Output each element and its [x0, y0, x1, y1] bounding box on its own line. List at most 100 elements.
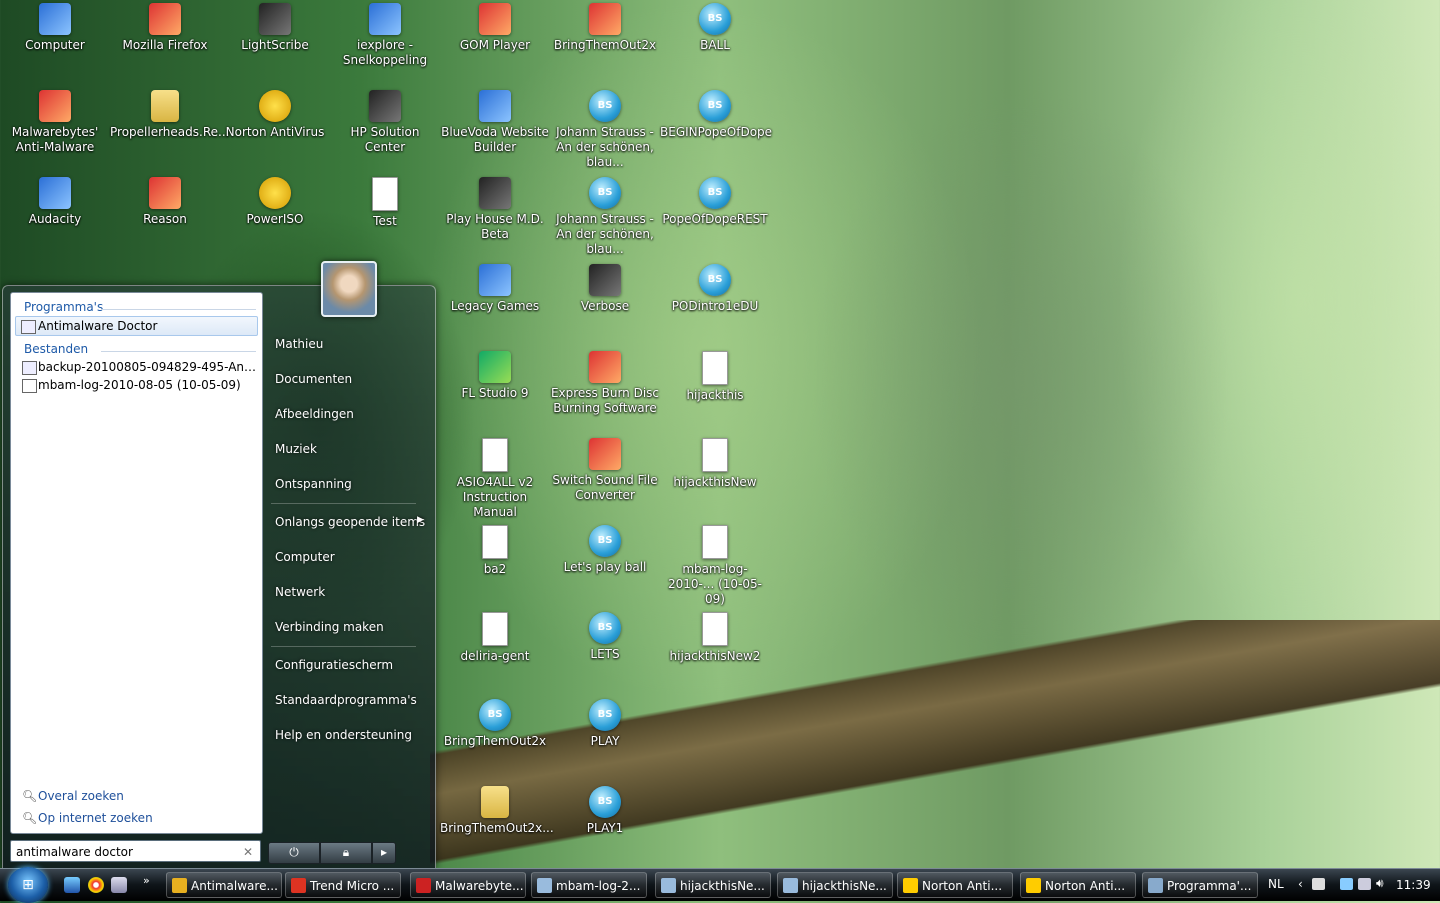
desktop-icon[interactable]: BS PLAY — [550, 699, 660, 749]
bs-player-icon: BS — [699, 264, 731, 296]
desktop-icon[interactable]: BlueVoda Website Builder — [440, 90, 550, 155]
link-default-programs[interactable]: Standaardprogramma's — [275, 693, 417, 707]
link-music[interactable]: Muziek — [275, 442, 317, 456]
taskbar-button[interactable]: Antimalware... — [166, 872, 282, 898]
search-everywhere-label: Overal zoeken — [38, 789, 124, 803]
desktop-icon[interactable]: Verbose — [550, 264, 660, 314]
desktop-icon-label: hijackthisNew — [673, 475, 757, 489]
desktop-icon[interactable]: Play House M.D. Beta — [440, 177, 550, 242]
bs-player-icon: BS — [589, 177, 621, 209]
desktop-icon[interactable]: BringThemOut2x... — [440, 786, 554, 836]
link-connect-to[interactable]: Verbinding maken — [275, 620, 384, 634]
link-network[interactable]: Netwerk — [275, 585, 325, 599]
submenu-arrow-icon: ▶ — [417, 515, 424, 525]
search-everywhere-link[interactable]: 🔍︎ Overal zoeken — [22, 789, 124, 803]
search-result-file[interactable]: backup-20100805-094829-495-Antimal... — [11, 358, 262, 376]
desktop-icon[interactable]: Test — [330, 177, 440, 229]
shutdown-options-button[interactable]: ▸ — [372, 842, 396, 864]
link-control-panel[interactable]: Configuratiescherm — [275, 658, 393, 672]
link-help-support[interactable]: Help en ondersteuning — [275, 728, 412, 742]
search-internet-link[interactable]: 🔍︎ Op internet zoeken — [22, 811, 153, 825]
text-file-icon — [372, 177, 398, 211]
search-result-file[interactable]: mbam-log-2010-08-05 (10-05-09) — [11, 376, 262, 394]
desktop-icon[interactable]: LightScribe — [220, 3, 330, 53]
taskbar-button[interactable]: mbam-log-2... — [531, 872, 647, 898]
desktop-icon[interactable]: Norton AntiVirus — [220, 90, 330, 140]
desktop-icon[interactable]: Malwarebytes' Anti-Malware — [0, 90, 110, 155]
desktop-icon[interactable]: hijackthisNew — [660, 438, 770, 490]
link-computer[interactable]: Computer — [275, 550, 335, 564]
link-pictures[interactable]: Afbeeldingen — [275, 407, 354, 421]
link-games[interactable]: Ontspanning — [275, 477, 352, 491]
start-search-input[interactable]: antimalware doctor ✕ — [10, 840, 261, 862]
bs-player-icon: BS — [699, 90, 731, 122]
user-avatar[interactable] — [321, 261, 377, 317]
desktop-icon[interactable]: BS LETS — [550, 612, 660, 662]
desktop-icon[interactable]: Mozilla Firefox — [110, 3, 220, 53]
desktop-icon-label: Switch Sound File Converter — [552, 473, 658, 502]
search-result-program[interactable]: Antimalware Doctor — [15, 316, 258, 336]
desktop-icon[interactable]: BS PopeOfDopeREST — [660, 177, 770, 227]
desktop-icon[interactable]: hijackthis — [660, 351, 770, 403]
desktop-icon[interactable]: Propellerheads.Re... — [110, 90, 229, 140]
desktop-icon[interactable]: BS BALL — [660, 3, 770, 53]
volume-icon[interactable]: 🔊︎ — [1376, 876, 1384, 891]
desktop-icon[interactable]: ASIO4ALL v2 Instruction Manual — [440, 438, 550, 520]
show-desktop-icon[interactable] — [64, 877, 80, 893]
link-recent-items[interactable]: Onlangs geopende items ▶ — [275, 515, 425, 529]
quicklaunch-overflow-icon[interactable]: » — [143, 874, 150, 887]
link-documents[interactable]: Documenten — [275, 372, 352, 386]
chevron-left-icon[interactable]: ‹ — [1298, 877, 1303, 891]
desktop-icon[interactable]: GOM Player — [440, 3, 550, 53]
desktop-icon[interactable]: ba2 — [440, 525, 550, 577]
clock[interactable]: 11:39 — [1396, 878, 1431, 892]
clear-search-icon[interactable]: ✕ — [243, 841, 253, 863]
network-icon[interactable] — [1340, 878, 1353, 890]
desktop-icon[interactable]: BS Let's play ball — [550, 525, 660, 575]
tray-app-icon[interactable] — [1358, 878, 1371, 890]
desktop-icon[interactable]: BS Johann Strauss - An der schönen, blau.… — [550, 90, 660, 170]
desktop-icon[interactable]: Audacity — [0, 177, 110, 227]
taskbar-button[interactable]: Programma'... — [1142, 872, 1258, 898]
desktop-icon[interactable]: FL Studio 9 — [440, 351, 550, 401]
text-file-icon — [702, 438, 728, 472]
desktop-icon[interactable]: BS PODintro1eDU — [660, 264, 770, 314]
lock-button[interactable]: 🔒︎ — [320, 842, 372, 864]
desktop-icon-label: PODintro1eDU — [671, 299, 759, 313]
chrome-icon[interactable] — [88, 877, 104, 893]
desktop-icon[interactable]: Computer — [0, 3, 110, 53]
desktop-icon[interactable]: Legacy Games — [440, 264, 550, 314]
taskbar-button[interactable]: Malwarebyte... — [410, 872, 526, 898]
desktop-icon[interactable]: hijackthisNew2 — [660, 612, 770, 664]
desktop-icon[interactable]: BS BEGINPopeOfDope — [660, 90, 773, 140]
text-file-icon — [702, 612, 728, 646]
desktop-icon[interactable]: mbam-log-2010-... (10-05-09) — [660, 525, 770, 607]
taskbar-button[interactable]: Norton Anti... — [1020, 872, 1136, 898]
desktop-icon[interactable]: BS Johann Strauss - An der schönen, blau.… — [550, 177, 660, 257]
image-file-icon — [482, 612, 508, 646]
desktop-icon-label: hijackthis — [686, 388, 744, 402]
taskbar-button[interactable]: Trend Micro ... — [285, 872, 401, 898]
divider — [271, 503, 416, 504]
desktop-icon[interactable]: iexplore - Snelkoppeling — [330, 3, 440, 68]
desktop-icon[interactable]: HP Solution Center — [330, 90, 440, 155]
desktop-icon[interactable]: PowerISO — [220, 177, 330, 227]
language-indicator[interactable]: NL — [1268, 877, 1284, 891]
desktop-icon[interactable]: Switch Sound File Converter — [550, 438, 660, 503]
link-user-folder[interactable]: Mathieu — [275, 337, 323, 351]
divider — [271, 646, 416, 647]
desktop-icon[interactable]: BS PLAY1 — [550, 786, 660, 836]
taskbar-button[interactable]: Norton Anti... — [897, 872, 1013, 898]
desktop-icon[interactable]: deliria-gent — [440, 612, 550, 664]
desktop-icon[interactable]: BS BringThemOut2x — [440, 699, 550, 749]
desktop-icon[interactable]: Express Burn Disc Burning Software — [550, 351, 660, 416]
power-button[interactable]: ⏻ — [268, 842, 320, 864]
desktop-icon[interactable]: Reason — [110, 177, 220, 227]
taskbar-button[interactable]: hijackthisNe... — [777, 872, 893, 898]
taskbar-button[interactable]: hijackthisNe... — [655, 872, 771, 898]
switch-windows-icon[interactable] — [111, 877, 127, 893]
start-button[interactable]: ⊞ — [8, 867, 48, 903]
tray-app-icon[interactable] — [1312, 878, 1325, 890]
desktop-icon-label: BEGINPopeOfDope — [660, 125, 773, 139]
desktop-icon[interactable]: BringThemOut2x — [550, 3, 660, 53]
